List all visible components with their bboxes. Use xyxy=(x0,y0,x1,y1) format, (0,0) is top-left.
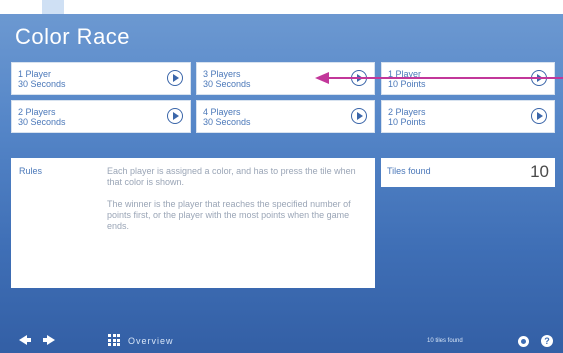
help-icon[interactable]: ? xyxy=(541,335,553,347)
mode-tile-1p-30s[interactable]: 1 Player 30 Seconds xyxy=(11,62,191,95)
tile-players: 4 Players xyxy=(203,107,241,117)
app-title: Color Race xyxy=(15,24,131,49)
rules-paragraph-2: The winner is the player that reaches th… xyxy=(107,199,351,231)
tile-players: 2 Players xyxy=(388,107,426,117)
play-icon[interactable] xyxy=(351,108,367,124)
tile-players: 2 Players xyxy=(18,107,56,117)
tile-mode: 30 Seconds xyxy=(18,117,66,127)
mode-tile-2p-30s[interactable]: 2 Players 30 Seconds xyxy=(11,100,191,133)
arrow-left-icon[interactable] xyxy=(19,335,31,345)
tiles-found-panel: Tiles found 10 xyxy=(381,158,555,187)
tile-mode: 10 Points xyxy=(388,117,426,127)
arrow-right-icon[interactable] xyxy=(43,335,55,345)
tile-players: 1 Player xyxy=(18,69,52,79)
rules-panel: Rules Each player is assigned a color, a… xyxy=(11,158,375,288)
mode-tile-2p-10pts[interactable]: 2 Players 10 Points xyxy=(381,100,555,133)
rules-heading: Rules xyxy=(19,166,43,176)
pointer-arrow xyxy=(315,72,563,84)
grid-icon[interactable] xyxy=(108,334,120,346)
tile-mode: 30 Seconds xyxy=(203,79,251,89)
mode-tile-4p-30s[interactable]: 4 Players 30 Seconds xyxy=(196,100,375,133)
tiles-found-label: Tiles found xyxy=(387,166,431,176)
status-text: 10 tiles found xyxy=(427,338,463,344)
gear-icon[interactable] xyxy=(518,336,529,347)
play-icon[interactable] xyxy=(167,108,183,124)
rules-paragraph-1: Each player is assigned a color, and has… xyxy=(107,166,356,187)
tile-mode: 30 Seconds xyxy=(203,117,251,127)
play-icon[interactable] xyxy=(167,70,183,86)
footer-bar: Overview 10 tiles found ? xyxy=(0,330,563,353)
overview-button[interactable]: Overview xyxy=(128,336,174,346)
tile-players: 3 Players xyxy=(203,69,241,79)
tile-mode: 30 Seconds xyxy=(18,79,66,89)
top-strip xyxy=(0,0,563,14)
play-icon[interactable] xyxy=(531,108,547,124)
top-tab-marker xyxy=(42,0,64,14)
rules-text: Each player is assigned a color, and has… xyxy=(107,166,362,243)
app-screen: Color Race 1 Player 30 Seconds 3 Players… xyxy=(0,0,563,353)
tiles-found-value: 10 xyxy=(530,162,549,181)
